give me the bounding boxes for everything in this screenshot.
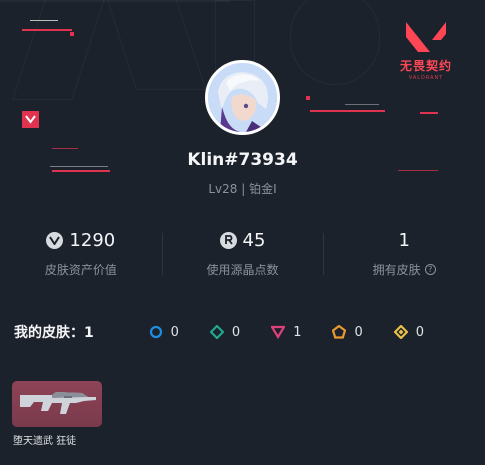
tier-premium-count[interactable]: 1 — [271, 325, 332, 340]
valorant-points-icon — [46, 231, 64, 249]
stat-label: 使用源晶点数 — [206, 263, 279, 277]
valorant-v-icon — [406, 22, 446, 52]
tier-circle-icon — [149, 325, 162, 339]
stat-skin-value: 1290 皮肤资产价值 — [0, 223, 162, 293]
stat-value: 1 — [398, 229, 410, 251]
stat-owned-skins: 1 拥有皮肤 ? — [323, 223, 485, 293]
rifle-skin-icon — [20, 392, 96, 414]
tier-count: 0 — [354, 324, 363, 340]
tier-pentagon-icon — [332, 325, 347, 339]
tier-rhombus-icon — [393, 325, 408, 339]
stats-panel: 1290 皮肤资产价值 45 使用源晶点数 1 拥有皮肤 ? — [0, 223, 485, 293]
skins-summary: 我的皮肤：1 0 0 1 0 0 — [14, 321, 455, 343]
tier-ultra-count[interactable]: 0 — [393, 324, 455, 340]
valorant-logo: 无畏契约 VALORANT — [395, 20, 457, 81]
stat-label: 皮肤资产价值 — [44, 263, 117, 277]
player-name: Klin#73934 — [187, 150, 298, 170]
tier-triangle-icon — [271, 325, 286, 339]
chevron-down-icon — [25, 115, 36, 124]
tier-count: 0 — [415, 324, 425, 340]
tier-diamond-icon — [209, 325, 224, 339]
skin-card[interactable] — [12, 381, 102, 427]
avatar-portrait-icon — [208, 63, 277, 132]
radianite-icon — [219, 231, 237, 249]
stat-radianite: 45 使用源晶点数 — [161, 223, 324, 293]
tier-count: 1 — [293, 324, 302, 340]
skin-name: 堕天遗武 狂徒 — [13, 436, 77, 447]
tier-count: 0 — [231, 324, 241, 340]
tier-count: 0 — [170, 324, 179, 340]
tier-select-count[interactable]: 0 — [149, 325, 210, 340]
stat-label: 拥有皮肤 — [372, 263, 421, 277]
brand-subtitle: VALORANT — [408, 75, 444, 81]
stat-value: 1290 — [69, 229, 116, 251]
back-button[interactable] — [22, 111, 39, 128]
tier-exclusive-count[interactable]: 0 — [332, 325, 393, 340]
help-icon[interactable]: ? — [424, 264, 436, 275]
skins-title: 我的皮肤：1 — [14, 325, 94, 341]
player-rank: Lv28 | 铂金I — [208, 182, 277, 196]
brand-name: 无畏契约 — [399, 59, 452, 73]
tier-deluxe-count[interactable]: 0 — [209, 324, 271, 340]
avatar[interactable] — [205, 60, 280, 135]
stat-value: 45 — [242, 229, 266, 251]
